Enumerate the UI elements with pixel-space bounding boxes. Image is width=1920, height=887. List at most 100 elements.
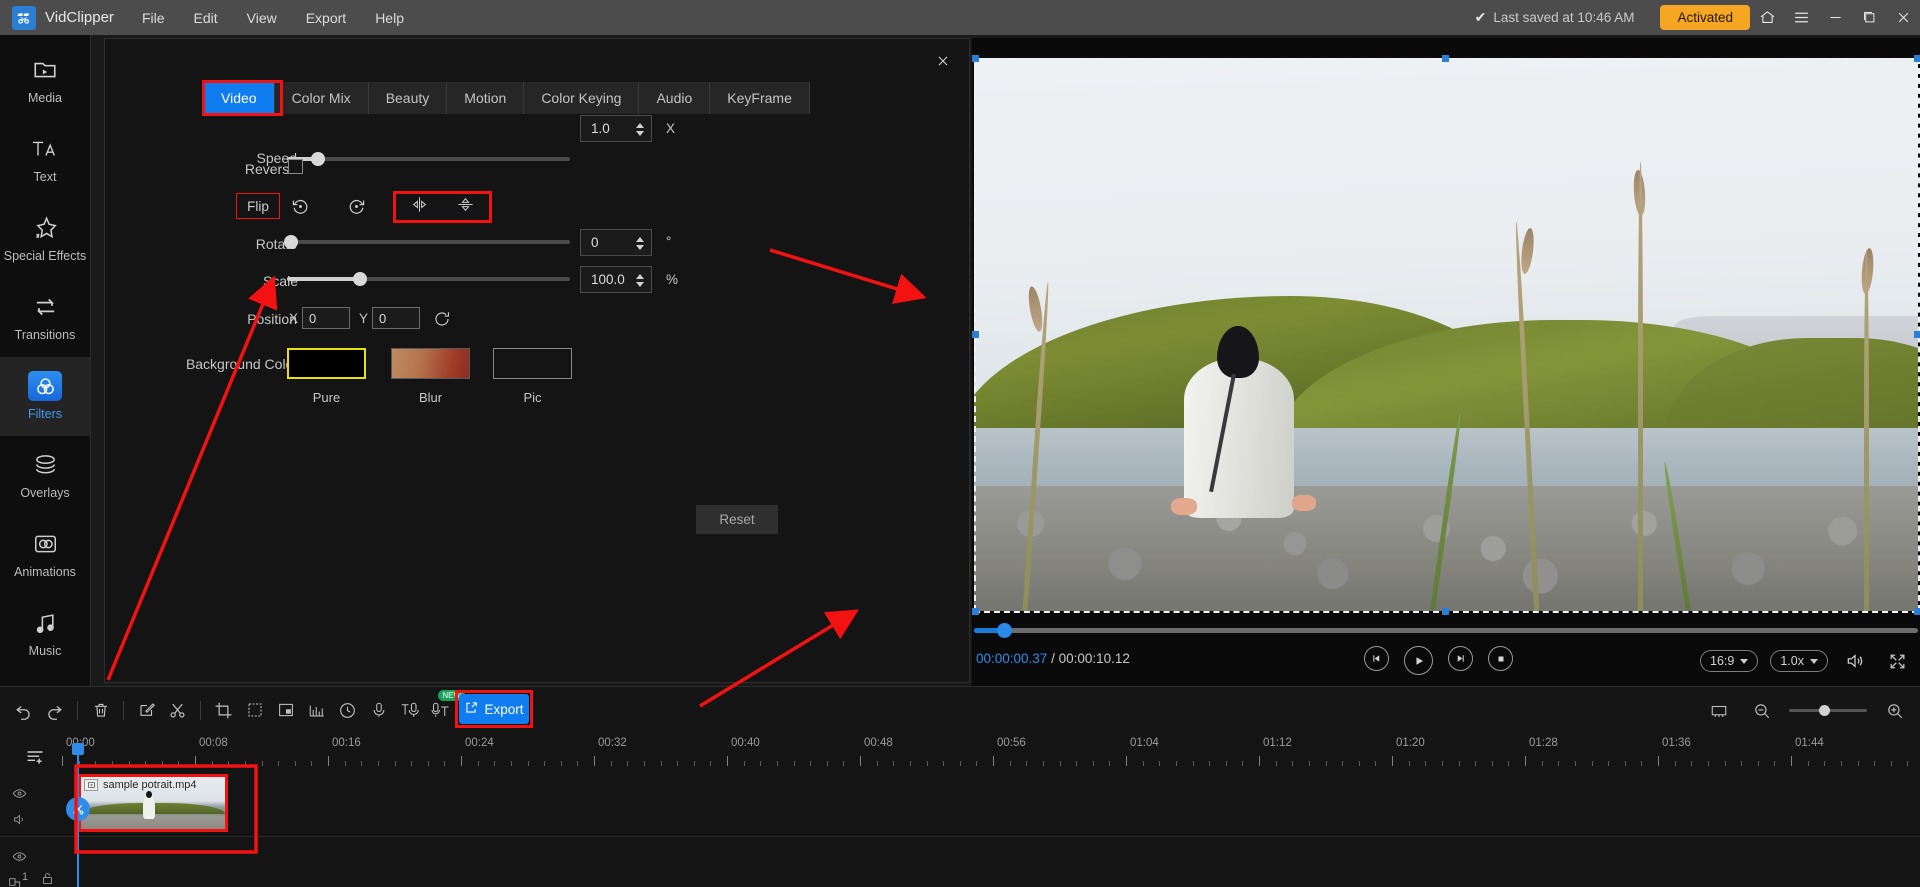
position-y-input[interactable]: 0	[372, 307, 420, 329]
speed-slider-knob[interactable]	[311, 152, 325, 166]
timeline-zoom-slider[interactable]	[1789, 705, 1867, 716]
audio-button[interactable]	[301, 695, 332, 726]
sidebar-item-overlays[interactable]: Overlays	[0, 436, 90, 515]
sidebar-item-music[interactable]: Music	[0, 594, 90, 673]
split-button[interactable]	[162, 695, 193, 726]
pure-color-swatch[interactable]	[287, 348, 366, 379]
crop-button[interactable]	[208, 695, 239, 726]
bg-option-pure[interactable]: Pure	[287, 348, 366, 405]
tab-color-keying[interactable]: Color Keying	[524, 82, 640, 114]
play-icon[interactable]	[1404, 646, 1433, 675]
menu-item-view[interactable]: View	[245, 8, 279, 28]
maximize-icon[interactable]	[1852, 0, 1886, 35]
menu-item-edit[interactable]: Edit	[192, 8, 220, 28]
fit-timeline-icon[interactable]	[1703, 695, 1734, 726]
export-button[interactable]: Export	[459, 694, 529, 724]
menu-item-help[interactable]: Help	[373, 8, 406, 28]
tab-audio[interactable]: Audio	[639, 82, 711, 114]
unlock-icon[interactable]	[34, 865, 60, 887]
zoom-in-icon[interactable]	[1879, 695, 1910, 726]
eye-visible-icon[interactable]	[6, 780, 32, 806]
fullscreen-icon[interactable]	[1882, 647, 1912, 675]
timeline-playhead[interactable]	[66, 743, 90, 887]
undo-button[interactable]	[8, 695, 39, 726]
zoom-out-icon[interactable]	[1746, 695, 1777, 726]
resize-handle-middle-left[interactable]	[972, 331, 979, 338]
rotate-slider-knob[interactable]	[284, 235, 298, 249]
edit-button[interactable]	[131, 695, 162, 726]
rotate-input[interactable]: 0	[580, 229, 652, 256]
reset-button[interactable]: Reset	[696, 505, 778, 534]
timeline-clip[interactable]: sample potrait.mp4	[78, 774, 228, 832]
mask-button[interactable]	[239, 695, 270, 726]
tab-keyframe[interactable]: KeyFrame	[710, 82, 810, 114]
stop-icon[interactable]	[1488, 646, 1513, 671]
speed-button[interactable]	[332, 695, 363, 726]
speed-stepper[interactable]	[633, 116, 647, 143]
speed-slider[interactable]	[287, 152, 570, 166]
timeline-ruler[interactable]: 00:00 00:08 00:16 00:24 00:32 00:40 00:4…	[62, 733, 1920, 766]
tab-motion[interactable]: Motion	[447, 82, 525, 114]
speaker-icon[interactable]	[6, 806, 32, 832]
resize-handle-top-center[interactable]	[1442, 55, 1449, 62]
minimize-icon[interactable]	[1818, 0, 1852, 35]
reset-circular-arrow-icon[interactable]	[427, 305, 457, 333]
activated-badge[interactable]: Activated	[1660, 5, 1750, 30]
sidebar-item-transitions[interactable]: Transitions	[0, 278, 90, 357]
step-backward-icon[interactable]	[1364, 646, 1389, 671]
redo-button[interactable]	[39, 695, 70, 726]
aspect-ratio-dropdown[interactable]: 16:9	[1700, 650, 1759, 672]
tab-beauty[interactable]: Beauty	[368, 82, 448, 114]
speech-to-text-button[interactable]: NEW	[425, 689, 465, 726]
add-track-icon[interactable]	[24, 747, 46, 772]
step-forward-icon[interactable]	[1448, 646, 1473, 671]
eye-visible-icon[interactable]	[6, 843, 32, 869]
resize-handle-bottom-center[interactable]	[1442, 608, 1449, 615]
position-x-input[interactable]: 0	[302, 307, 350, 329]
pic-swatch[interactable]	[493, 348, 572, 379]
scale-slider-knob[interactable]	[353, 272, 367, 286]
voiceover-button[interactable]	[363, 695, 394, 726]
sidebar-item-animations[interactable]: Animations	[0, 515, 90, 594]
preview-scrubber-knob[interactable]	[997, 623, 1012, 638]
scale-slider[interactable]	[287, 272, 570, 286]
rotate-counterclockwise-icon[interactable]	[285, 192, 315, 220]
tab-video[interactable]: Video	[204, 82, 275, 114]
rotate-clockwise-icon[interactable]	[341, 192, 371, 220]
sidebar-item-filters[interactable]: Filters	[0, 357, 90, 436]
hamburger-menu-icon[interactable]	[1784, 0, 1818, 35]
playhead-grip[interactable]	[72, 743, 84, 755]
close-icon[interactable]	[931, 49, 955, 73]
timeline-zoom-knob[interactable]	[1819, 705, 1830, 716]
volume-icon[interactable]	[1840, 647, 1870, 675]
rotate-stepper[interactable]	[633, 230, 647, 257]
scale-input[interactable]: 100.0	[580, 266, 652, 293]
resize-handle-bottom-right[interactable]	[1914, 608, 1920, 615]
tab-color-mix[interactable]: Color Mix	[274, 82, 369, 114]
text-to-speech-button[interactable]	[394, 695, 425, 726]
preview-scrubber[interactable]	[974, 623, 1918, 638]
close-icon[interactable]	[1886, 0, 1920, 35]
resize-handle-top-right[interactable]	[1914, 55, 1920, 62]
playback-speed-dropdown[interactable]: 1.0x	[1770, 650, 1828, 672]
resize-handle-middle-right[interactable]	[1914, 331, 1920, 338]
delete-button[interactable]	[85, 695, 116, 726]
sidebar-item-special-effects[interactable]: Special Effects	[0, 199, 90, 278]
scissors-icon[interactable]	[66, 797, 90, 821]
sidebar-item-media[interactable]: Media	[0, 41, 90, 120]
reverse-checkbox[interactable]	[288, 159, 303, 174]
menu-item-file[interactable]: File	[140, 8, 167, 28]
rotate-slider[interactable]	[284, 235, 570, 249]
resize-handle-top-left[interactable]	[972, 55, 979, 62]
sidebar-item-text[interactable]: Text	[0, 120, 90, 199]
menu-item-export[interactable]: Export	[304, 8, 348, 28]
resize-handle-bottom-left[interactable]	[972, 608, 979, 615]
bg-option-pic[interactable]: Pic	[493, 348, 572, 405]
pip-button[interactable]	[270, 695, 301, 726]
scale-stepper[interactable]	[633, 267, 647, 294]
video-preview-canvas[interactable]	[974, 58, 1918, 611]
bg-option-blur[interactable]: Blur	[391, 348, 470, 405]
blur-swatch[interactable]	[391, 348, 470, 379]
home-icon[interactable]	[1750, 0, 1784, 35]
speed-input[interactable]: 1.0	[580, 115, 652, 142]
